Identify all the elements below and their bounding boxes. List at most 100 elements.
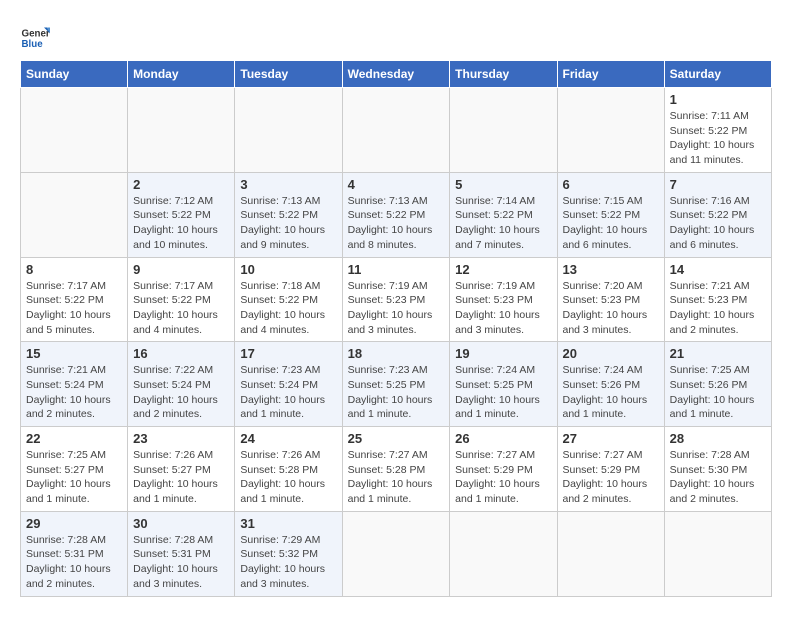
calendar-week-row: 1Sunrise: 7:11 AM Sunset: 5:22 PM Daylig… (21, 88, 772, 173)
calendar-cell: 9 Sunrise: 7:17 AM Sunset: 5:22 PM Daylig… (128, 257, 235, 342)
calendar-cell: 3 Sunrise: 7:13 AM Sunset: 5:22 PM Daylig… (235, 172, 342, 257)
day-info: Sunrise: 7:29 AM Sunset: 5:32 PM Dayligh… (240, 533, 336, 592)
day-number: 6 (563, 177, 659, 192)
day-info: Sunrise: 7:17 AM Sunset: 5:22 PM Dayligh… (26, 279, 122, 338)
day-info: Sunrise: 7:23 AM Sunset: 5:25 PM Dayligh… (348, 363, 445, 422)
day-info: Sunrise: 7:14 AM Sunset: 5:22 PM Dayligh… (455, 194, 551, 253)
calendar-week-row: 29 Sunrise: 7:28 AM Sunset: 5:31 PM Dayli… (21, 511, 772, 596)
day-number: 28 (670, 431, 766, 446)
day-number: 26 (455, 431, 551, 446)
calendar-cell: 19 Sunrise: 7:24 AM Sunset: 5:25 PM Dayli… (450, 342, 557, 427)
day-info: Sunrise: 7:11 AM Sunset: 5:22 PM Dayligh… (670, 109, 766, 168)
logo: General Blue (20, 20, 54, 50)
day-number: 25 (348, 431, 445, 446)
day-header-friday: Friday (557, 61, 664, 88)
calendar-cell: 24 Sunrise: 7:26 AM Sunset: 5:28 PM Dayli… (235, 427, 342, 512)
day-number: 17 (240, 346, 336, 361)
day-number: 14 (670, 262, 766, 277)
calendar-cell: 2 Sunrise: 7:12 AM Sunset: 5:22 PM Daylig… (128, 172, 235, 257)
day-number: 15 (26, 346, 122, 361)
day-number: 19 (455, 346, 551, 361)
day-number: 27 (563, 431, 659, 446)
calendar-cell: 28Sunrise: 7:28 AM Sunset: 5:30 PM Dayli… (664, 427, 771, 512)
calendar-cell (557, 511, 664, 596)
calendar-cell: 10Sunrise: 7:18 AM Sunset: 5:22 PM Dayli… (235, 257, 342, 342)
header: General Blue (20, 20, 772, 50)
svg-text:Blue: Blue (22, 39, 44, 50)
day-info: Sunrise: 7:25 AM Sunset: 5:26 PM Dayligh… (670, 363, 766, 422)
day-header-saturday: Saturday (664, 61, 771, 88)
calendar-cell: 16Sunrise: 7:22 AM Sunset: 5:24 PM Dayli… (128, 342, 235, 427)
calendar-cell: 26Sunrise: 7:27 AM Sunset: 5:29 PM Dayli… (450, 427, 557, 512)
day-header-sunday: Sunday (21, 61, 128, 88)
calendar-cell: 4 Sunrise: 7:13 AM Sunset: 5:22 PM Daylig… (342, 172, 450, 257)
day-header-thursday: Thursday (450, 61, 557, 88)
calendar-cell: 8 Sunrise: 7:17 AM Sunset: 5:22 PM Daylig… (21, 257, 128, 342)
day-number: 3 (240, 177, 336, 192)
day-info: Sunrise: 7:27 AM Sunset: 5:28 PM Dayligh… (348, 448, 445, 507)
day-info: Sunrise: 7:28 AM Sunset: 5:31 PM Dayligh… (133, 533, 229, 592)
day-number: 2 (133, 177, 229, 192)
calendar-cell (128, 88, 235, 173)
day-number: 13 (563, 262, 659, 277)
day-number: 22 (26, 431, 122, 446)
calendar-cell: 21Sunrise: 7:25 AM Sunset: 5:26 PM Dayli… (664, 342, 771, 427)
day-info: Sunrise: 7:17 AM Sunset: 5:22 PM Dayligh… (133, 279, 229, 338)
day-info: Sunrise: 7:24 AM Sunset: 5:25 PM Dayligh… (455, 363, 551, 422)
calendar-cell: 17 Sunrise: 7:23 AM Sunset: 5:24 PM Dayli… (235, 342, 342, 427)
day-info: Sunrise: 7:13 AM Sunset: 5:22 PM Dayligh… (240, 194, 336, 253)
calendar-cell: 1Sunrise: 7:11 AM Sunset: 5:22 PM Daylig… (664, 88, 771, 173)
calendar-header-row: SundayMondayTuesdayWednesdayThursdayFrid… (21, 61, 772, 88)
calendar-cell: 14 Sunrise: 7:21 AM Sunset: 5:23 PM Dayli… (664, 257, 771, 342)
day-info: Sunrise: 7:19 AM Sunset: 5:23 PM Dayligh… (455, 279, 551, 338)
day-info: Sunrise: 7:23 AM Sunset: 5:24 PM Dayligh… (240, 363, 336, 422)
calendar-cell: 12 Sunrise: 7:19 AM Sunset: 5:23 PM Dayli… (450, 257, 557, 342)
day-number: 5 (455, 177, 551, 192)
calendar-cell (450, 88, 557, 173)
calendar-cell (664, 511, 771, 596)
day-info: Sunrise: 7:16 AM Sunset: 5:22 PM Dayligh… (670, 194, 766, 253)
calendar-cell (21, 88, 128, 173)
calendar-cell: 25 Sunrise: 7:27 AM Sunset: 5:28 PM Dayli… (342, 427, 450, 512)
calendar-cell: 11Sunrise: 7:19 AM Sunset: 5:23 PM Dayli… (342, 257, 450, 342)
day-info: Sunrise: 7:12 AM Sunset: 5:22 PM Dayligh… (133, 194, 229, 253)
day-number: 24 (240, 431, 336, 446)
day-info: Sunrise: 7:26 AM Sunset: 5:28 PM Dayligh… (240, 448, 336, 507)
calendar-cell: 6 Sunrise: 7:15 AM Sunset: 5:22 PM Daylig… (557, 172, 664, 257)
calendar-cell: 18 Sunrise: 7:23 AM Sunset: 5:25 PM Dayli… (342, 342, 450, 427)
day-number: 23 (133, 431, 229, 446)
logo-icon: General Blue (20, 20, 50, 50)
day-info: Sunrise: 7:27 AM Sunset: 5:29 PM Dayligh… (563, 448, 659, 507)
day-number: 8 (26, 262, 122, 277)
calendar-cell: 20Sunrise: 7:24 AM Sunset: 5:26 PM Dayli… (557, 342, 664, 427)
calendar-cell: 27 Sunrise: 7:27 AM Sunset: 5:29 PM Dayli… (557, 427, 664, 512)
day-number: 18 (348, 346, 445, 361)
calendar-week-row: 8 Sunrise: 7:17 AM Sunset: 5:22 PM Daylig… (21, 257, 772, 342)
day-number: 9 (133, 262, 229, 277)
day-number: 20 (563, 346, 659, 361)
calendar-cell: 15 Sunrise: 7:21 AM Sunset: 5:24 PM Dayli… (21, 342, 128, 427)
day-header-tuesday: Tuesday (235, 61, 342, 88)
day-number: 7 (670, 177, 766, 192)
calendar-cell: 22 Sunrise: 7:25 AM Sunset: 5:27 PM Dayli… (21, 427, 128, 512)
day-info: Sunrise: 7:21 AM Sunset: 5:24 PM Dayligh… (26, 363, 122, 422)
day-info: Sunrise: 7:15 AM Sunset: 5:22 PM Dayligh… (563, 194, 659, 253)
calendar-week-row: 2 Sunrise: 7:12 AM Sunset: 5:22 PM Daylig… (21, 172, 772, 257)
calendar-cell (450, 511, 557, 596)
day-info: Sunrise: 7:20 AM Sunset: 5:23 PM Dayligh… (563, 279, 659, 338)
day-number: 29 (26, 516, 122, 531)
day-info: Sunrise: 7:25 AM Sunset: 5:27 PM Dayligh… (26, 448, 122, 507)
day-info: Sunrise: 7:13 AM Sunset: 5:22 PM Dayligh… (348, 194, 445, 253)
day-number: 11 (348, 262, 445, 277)
day-info: Sunrise: 7:21 AM Sunset: 5:23 PM Dayligh… (670, 279, 766, 338)
day-info: Sunrise: 7:28 AM Sunset: 5:31 PM Dayligh… (26, 533, 122, 592)
calendar-cell: 5 Sunrise: 7:14 AM Sunset: 5:22 PM Daylig… (450, 172, 557, 257)
calendar-cell (557, 88, 664, 173)
calendar-table: SundayMondayTuesdayWednesdayThursdayFrid… (20, 60, 772, 597)
day-info: Sunrise: 7:26 AM Sunset: 5:27 PM Dayligh… (133, 448, 229, 507)
day-number: 12 (455, 262, 551, 277)
day-number: 30 (133, 516, 229, 531)
calendar-cell: 30 Sunrise: 7:28 AM Sunset: 5:31 PM Dayli… (128, 511, 235, 596)
day-number: 4 (348, 177, 445, 192)
calendar-cell: 29 Sunrise: 7:28 AM Sunset: 5:31 PM Dayli… (21, 511, 128, 596)
